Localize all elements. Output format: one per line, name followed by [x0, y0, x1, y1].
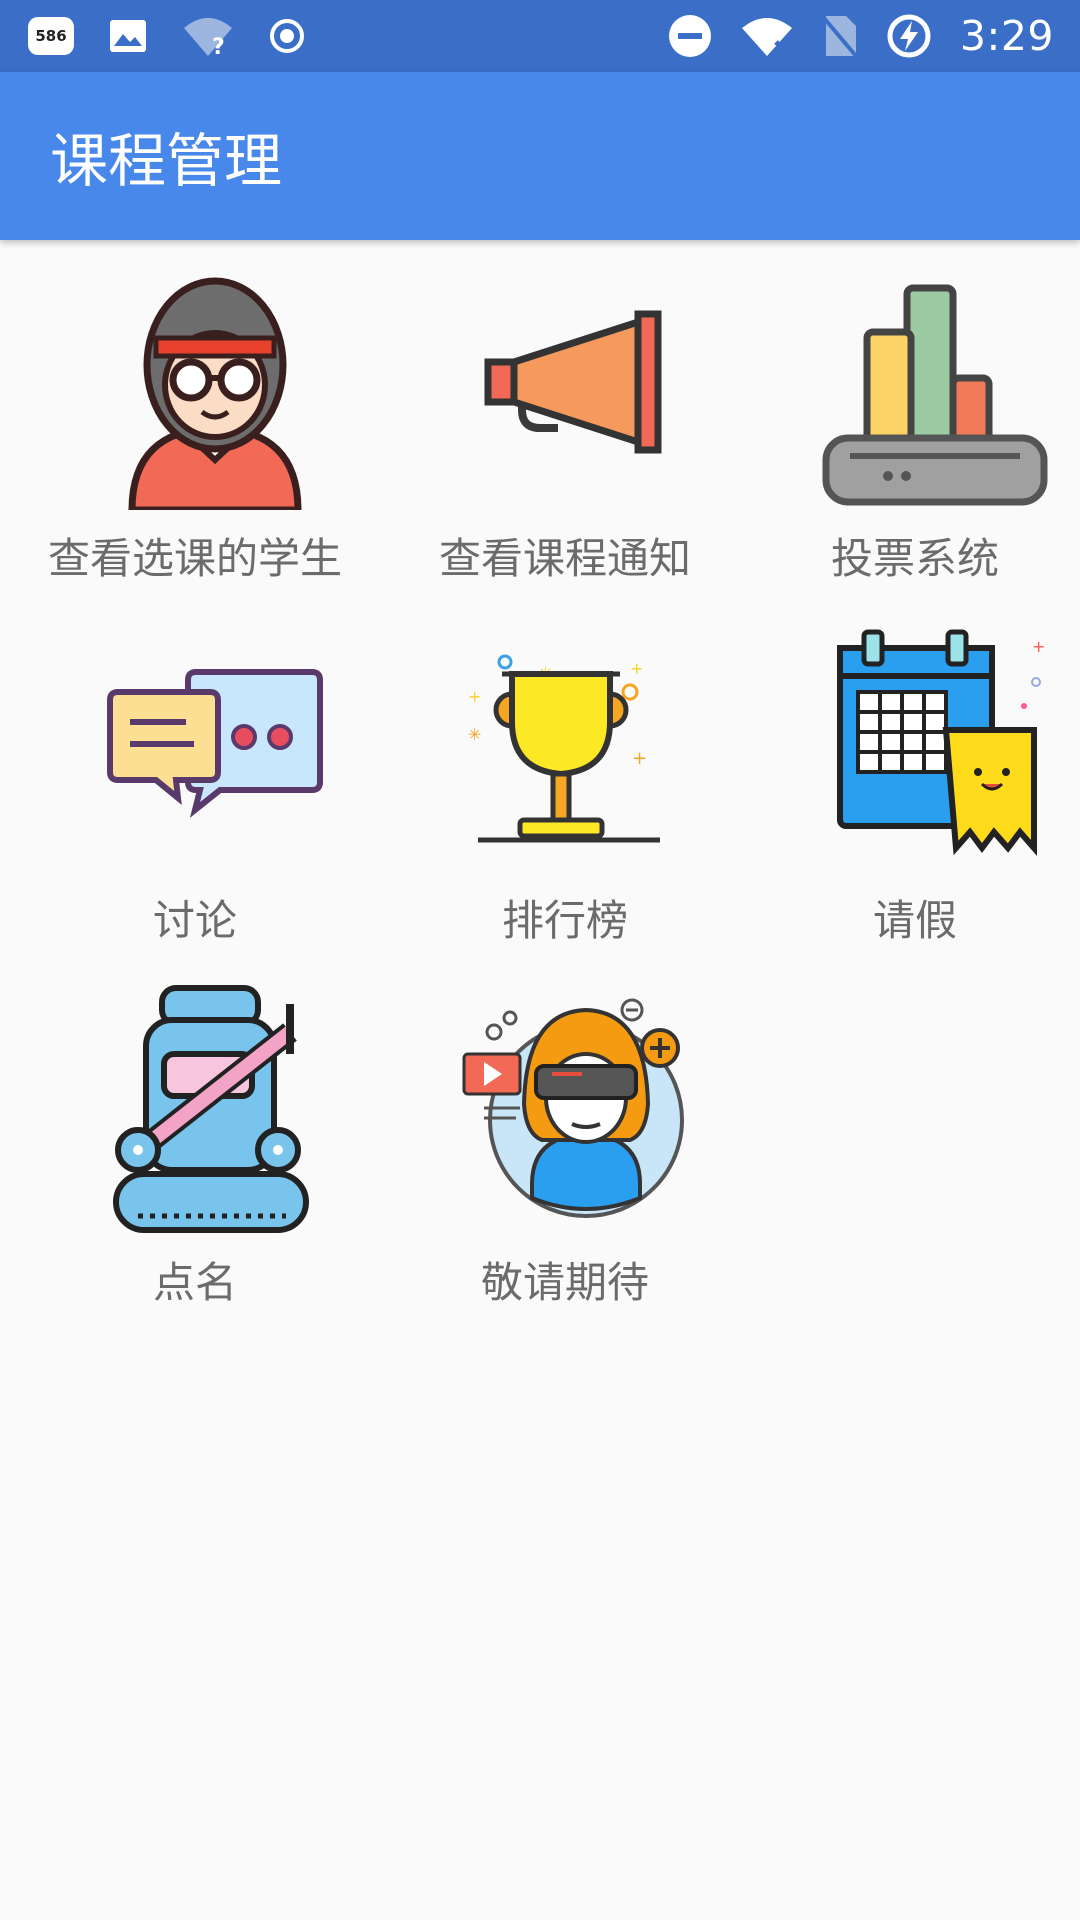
menu-item-label: 讨论 — [152, 896, 237, 945]
menu-item-label: 投票系统 — [830, 534, 999, 583]
menu-item-label: 点名 — [152, 1258, 237, 1307]
menu-item-coming-soon[interactable]: 敬请期待 — [385, 964, 745, 1326]
image-icon — [110, 20, 146, 52]
wifi-off-icon — [741, 18, 792, 56]
svg-text:✳: ✳ — [468, 725, 481, 744]
status-bar-left: 586 ? — [28, 14, 340, 58]
menu-item-label: 排行榜 — [501, 896, 628, 945]
wifi-question-icon: ? — [184, 18, 232, 58]
megaphone-icon — [460, 260, 710, 510]
no-sim-icon — [822, 16, 858, 58]
menu-item-leave-request[interactable]: + 请假 — [735, 602, 1080, 964]
menu-item-view-students[interactable]: 查看选课的学生 — [15, 240, 375, 602]
chat-bubbles-icon — [90, 622, 340, 872]
calendar-icon: + — [810, 622, 1060, 872]
vr-person-icon — [460, 984, 710, 1234]
do-not-disturb-icon — [668, 15, 711, 57]
menu-item-discussion[interactable]: 讨论 — [15, 602, 375, 964]
svg-text:+: + — [632, 748, 647, 769]
clock: 3:29 — [959, 12, 1054, 60]
bar-chart-icon — [810, 260, 1060, 510]
notification-badge-icon: 586 — [28, 17, 74, 55]
menu-item-label: 请假 — [872, 896, 957, 945]
menu-item-leaderboard[interactable]: ✳ ✳ + + + 排行榜 — [385, 602, 745, 964]
trophy-icon: ✳ ✳ + + + — [460, 622, 710, 872]
menu-item-label: 查看选课的学生 — [47, 534, 342, 583]
app-bar: 课程管理 — [0, 72, 1080, 240]
menu-item-course-notices[interactable]: 查看课程通知 — [385, 240, 745, 602]
menu-item-voting-system[interactable]: 投票系统 — [735, 240, 1080, 602]
page-title: 课程管理 — [50, 127, 283, 195]
status-bar: 586 ? 3:29 — [0, 0, 1080, 72]
menu-item-roll-call[interactable]: 点名 — [15, 964, 375, 1326]
robot-icon — [90, 984, 340, 1234]
battery-charging-icon — [887, 14, 931, 58]
svg-text:+: + — [630, 659, 643, 678]
target-icon — [270, 19, 304, 53]
menu-item-label: 查看课程通知 — [438, 534, 691, 583]
svg-text:+: + — [468, 687, 481, 706]
status-bar-right: 3:29 — [640, 12, 1054, 60]
svg-text:?: ? — [212, 35, 225, 58]
student-icon — [90, 260, 340, 514]
svg-text:+: + — [1032, 637, 1045, 656]
menu-item-label: 敬请期待 — [480, 1258, 649, 1307]
